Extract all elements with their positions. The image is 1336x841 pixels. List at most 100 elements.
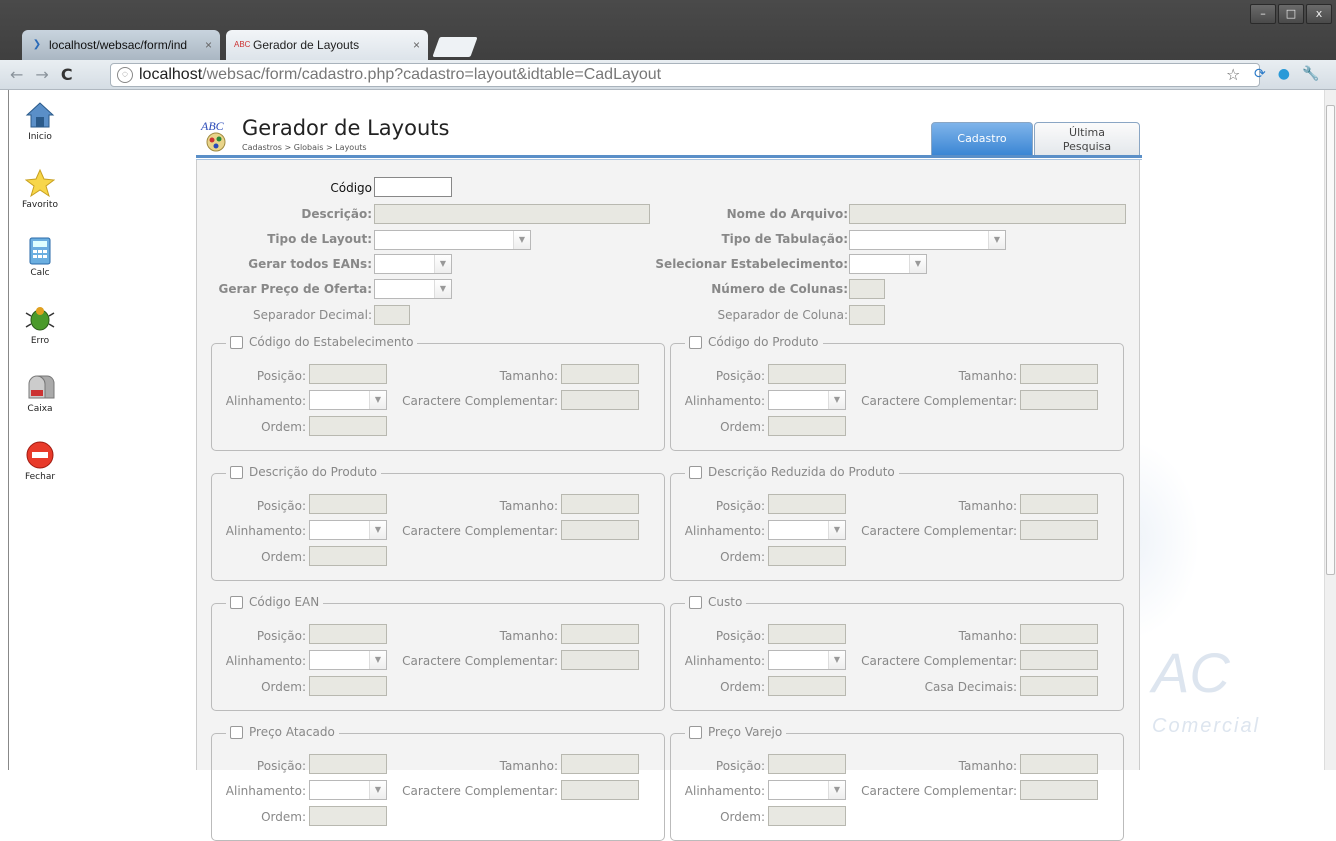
caractere-complementar-input[interactable] <box>561 780 639 800</box>
tamanho-input[interactable] <box>1020 754 1098 774</box>
tamanho-input[interactable] <box>1020 364 1098 384</box>
group-legend: Código EAN <box>226 595 324 609</box>
alinhamento-select[interactable]: ▼ <box>768 520 846 540</box>
tamanho-input[interactable] <box>561 494 639 514</box>
forward-arrow-icon[interactable]: → <box>35 65 48 84</box>
window-controls: – □ x <box>1250 4 1332 24</box>
alinhamento-select[interactable]: ▼ <box>309 650 387 670</box>
posicao-input[interactable] <box>768 494 846 514</box>
ordem-input[interactable] <box>309 546 387 566</box>
group-codigo-produto: Código do Produto Posição: Tamanho: Alinham… <box>670 335 1124 451</box>
tab-ultima-pesquisa[interactable]: Última Pesquisa <box>1034 122 1140 156</box>
sidebar-item-inicio[interactable]: Inicio <box>0 100 80 142</box>
tamanho-input[interactable] <box>561 754 639 774</box>
posicao-input[interactable] <box>309 754 387 774</box>
extension-icon[interactable]: ⟳ <box>1254 66 1266 82</box>
alinhamento-select[interactable]: ▼ <box>768 390 846 410</box>
group-checkbox[interactable] <box>689 465 702 479</box>
caractere-complementar-input[interactable] <box>1020 390 1098 410</box>
sidebar-item-caixa[interactable]: Caixa <box>0 372 80 414</box>
separador-coluna-input[interactable] <box>849 305 885 325</box>
ordem-input[interactable] <box>768 416 846 436</box>
caractere-complementar-input[interactable] <box>561 520 639 540</box>
sidebar-item-favorito[interactable]: Favorito <box>0 168 80 210</box>
caractere-complementar-input[interactable] <box>1020 650 1098 670</box>
group-checkbox[interactable] <box>689 595 702 609</box>
group-checkbox[interactable] <box>230 335 243 349</box>
alinhamento-select[interactable]: ▼ <box>768 780 846 800</box>
posicao-input[interactable] <box>768 754 846 774</box>
tamanho-input[interactable] <box>1020 494 1098 514</box>
wrench-icon[interactable]: 🔧 <box>1302 66 1319 82</box>
caractere-complementar-input[interactable] <box>561 650 639 670</box>
group-checkbox[interactable] <box>230 595 243 609</box>
tamanho-input[interactable] <box>1020 624 1098 644</box>
group-preco-atacado: Preço Atacado Posição: Tamanho: Alinhamento… <box>211 725 665 841</box>
ordem-input[interactable] <box>309 676 387 696</box>
browser-tab-gerador[interactable]: ABC Gerador de Layouts × <box>226 30 428 60</box>
scrollbar-thumb[interactable] <box>1326 105 1335 575</box>
ordem-input[interactable] <box>768 806 846 826</box>
group-codigo-estabelecimento: Código do Estabelecimento Posição: Tamanho… <box>211 335 665 451</box>
label-alinhamento: Alinhamento: <box>684 654 765 668</box>
label-caractere-complementar: Caractere Complementar: <box>402 784 558 798</box>
caractere-complementar-input[interactable] <box>1020 780 1098 800</box>
posicao-input[interactable] <box>309 364 387 384</box>
alinhamento-select[interactable]: ▼ <box>309 780 387 800</box>
group-legend: Preço Varejo <box>685 725 787 739</box>
casa-decimais-input[interactable] <box>1020 676 1098 696</box>
posicao-input[interactable] <box>309 494 387 514</box>
tipo-tabulacao-select[interactable]: ▼ <box>849 230 1006 250</box>
gerar-eans-select[interactable]: ▼ <box>374 254 452 274</box>
group-checkbox[interactable] <box>689 335 702 349</box>
gerar-preco-oferta-select[interactable]: ▼ <box>374 279 452 299</box>
maximize-button[interactable]: □ <box>1278 4 1304 24</box>
posicao-input[interactable] <box>309 624 387 644</box>
descricao-input[interactable] <box>374 204 650 224</box>
back-arrow-icon[interactable]: ← <box>10 65 23 84</box>
posicao-input[interactable] <box>768 364 846 384</box>
address-bar[interactable]: ◌ localhost/websac/form/cadastro.php?cad… <box>110 63 1260 87</box>
ordem-input[interactable] <box>768 676 846 696</box>
skype-icon[interactable]: ● <box>1278 66 1290 82</box>
reload-icon[interactable]: C <box>61 65 73 84</box>
selecionar-estabelecimento-select[interactable]: ▼ <box>849 254 927 274</box>
sidebar-item-erro[interactable]: Erro <box>0 304 80 346</box>
tipo-layout-select[interactable]: ▼ <box>374 230 531 250</box>
alinhamento-select[interactable]: ▼ <box>768 650 846 670</box>
ordem-input[interactable] <box>768 546 846 566</box>
ordem-input[interactable] <box>309 416 387 436</box>
tamanho-input[interactable] <box>561 624 639 644</box>
caractere-complementar-input[interactable] <box>561 390 639 410</box>
close-tab-icon[interactable]: × <box>205 38 212 52</box>
posicao-input[interactable] <box>768 624 846 644</box>
alinhamento-select[interactable]: ▼ <box>309 390 387 410</box>
group-legend: Descrição do Produto <box>226 465 381 479</box>
group-checkbox[interactable] <box>230 725 243 739</box>
nome-arquivo-input[interactable] <box>849 204 1126 224</box>
codigo-input[interactable] <box>374 177 452 197</box>
group-title: Descrição do Produto <box>249 465 377 479</box>
sidebar-item-calc[interactable]: Calc <box>0 236 80 278</box>
alinhamento-select[interactable]: ▼ <box>309 520 387 540</box>
sidebar-item-fechar[interactable]: Fechar <box>0 440 80 482</box>
minimize-button[interactable]: – <box>1250 4 1276 24</box>
group-legend: Custo <box>685 595 747 609</box>
numero-colunas-input[interactable] <box>849 279 885 299</box>
tab-cadastro[interactable]: Cadastro <box>931 122 1033 156</box>
new-tab-button[interactable] <box>432 37 478 57</box>
separador-decimal-input[interactable] <box>374 305 410 325</box>
tab-label: Gerador de Layouts <box>253 38 360 52</box>
label-caractere-complementar: Caractere Complementar: <box>861 654 1017 668</box>
label-ordem: Ordem: <box>261 420 306 434</box>
label-selecionar-estabelecimento: Selecionar Estabelecimento: <box>655 257 848 271</box>
close-tab-icon[interactable]: × <box>413 38 420 52</box>
group-checkbox[interactable] <box>689 725 702 739</box>
bookmark-star-icon[interactable]: ☆ <box>1226 65 1240 84</box>
group-checkbox[interactable] <box>230 465 243 479</box>
browser-tab-websac[interactable]: ❯ localhost/websac/form/ind × <box>22 30 220 60</box>
tamanho-input[interactable] <box>561 364 639 384</box>
caractere-complementar-input[interactable] <box>1020 520 1098 540</box>
ordem-input[interactable] <box>309 806 387 826</box>
close-window-button[interactable]: x <box>1306 4 1332 24</box>
